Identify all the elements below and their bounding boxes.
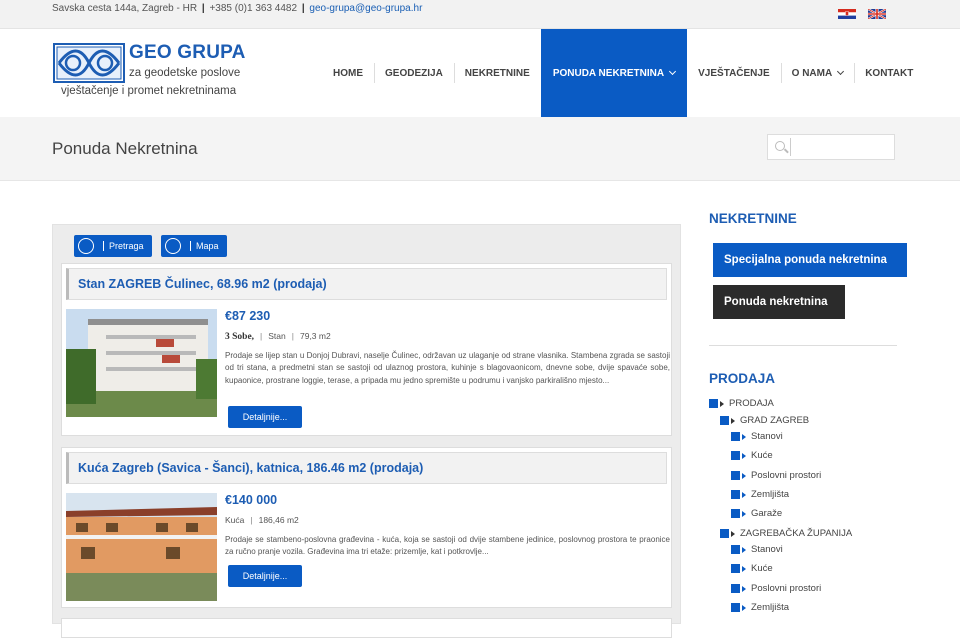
chevron-down-icon bbox=[837, 67, 845, 75]
tree-item-poslovni-prostori-2[interactable]: Poslovni prostori bbox=[731, 583, 821, 594]
tree-item-prodaja[interactable]: PRODAJA bbox=[709, 398, 774, 409]
details-button[interactable]: Detaljnije... bbox=[228, 406, 302, 428]
tree-item-zemljista-2[interactable]: Zemljišta bbox=[731, 602, 789, 613]
listing-meta: 3 Sobe, | Stan | 79,3 m2 bbox=[225, 331, 331, 342]
listing-photo[interactable] bbox=[66, 493, 217, 601]
special-offer-button[interactable]: Specijalna ponuda nekretnina bbox=[713, 243, 907, 277]
logo-tagline-2: vještačenje i promet nekretninama bbox=[61, 85, 237, 97]
tree-item-poslovni-prostori[interactable]: Poslovni prostori bbox=[731, 470, 821, 481]
tree-item-zagrebacka-zupanija[interactable]: ZAGREBAČKA ŽUPANIJA bbox=[720, 528, 852, 539]
listing-price: €140 000 bbox=[225, 493, 278, 507]
address-text: Savska cesta 144a, Zagreb - HR bbox=[52, 3, 198, 14]
folder-icon bbox=[709, 399, 718, 408]
nav-kontakt[interactable]: KONTAKT bbox=[854, 29, 924, 117]
tree-item-stanovi[interactable]: Stanovi bbox=[731, 431, 783, 442]
nav-home[interactable]: HOME bbox=[322, 29, 374, 117]
sidebar-heading-prodaja: PRODAJA bbox=[709, 371, 776, 386]
site-header: GEO GRUPA za geodetske poslove vještačen… bbox=[0, 29, 960, 117]
english-flag-icon[interactable] bbox=[868, 9, 886, 19]
croatian-flag-icon[interactable] bbox=[838, 9, 856, 19]
logo-name: GEO GRUPA bbox=[129, 42, 246, 63]
map-toggle-button[interactable]: Mapa bbox=[161, 235, 227, 257]
listing-area: 79,3 m2 bbox=[299, 331, 331, 341]
bullet-icon bbox=[731, 564, 740, 573]
chevron-down-icon bbox=[669, 67, 677, 75]
bullet-icon bbox=[731, 490, 740, 499]
listing-type: Kuća bbox=[225, 515, 245, 525]
bullet-icon bbox=[731, 509, 740, 518]
tree-item-kuce[interactable]: Kuće bbox=[731, 450, 773, 461]
listing-photo[interactable] bbox=[66, 309, 217, 417]
listing-title[interactable]: Stan ZAGREB Čulinec, 68.96 m2 (prodaja) bbox=[66, 268, 667, 300]
nav-o-nama[interactable]: O NAMA bbox=[780, 29, 855, 117]
tree-item-garaze[interactable]: Garaže bbox=[731, 508, 782, 519]
map-pin-icon bbox=[165, 238, 181, 254]
listing-meta: Kuća | 186,46 m2 bbox=[225, 515, 299, 525]
property-offer-button[interactable]: Ponuda nekretnina bbox=[713, 285, 845, 319]
sidebar-heading-nekretnine: NEKRETNINE bbox=[709, 211, 797, 226]
search-input[interactable] bbox=[790, 138, 890, 156]
contact-info: Savska cesta 144a, Zagreb - HR | +385 (0… bbox=[52, 3, 423, 14]
phone-text: +385 (0)1 363 4482 bbox=[209, 3, 298, 14]
bullet-icon bbox=[731, 584, 740, 593]
logo-tagline-1: za geodetske poslove bbox=[129, 67, 241, 79]
listing-rooms: 3 Sobe, bbox=[225, 332, 255, 342]
listing-card: Stan ZAGREB Čulinec, 68.96 m2 (prodaja) … bbox=[61, 263, 672, 436]
listing-card bbox=[61, 618, 672, 638]
details-button[interactable]: Detaljnije... bbox=[228, 565, 302, 587]
listing-area: 186,46 m2 bbox=[258, 515, 299, 525]
bullet-icon bbox=[731, 603, 740, 612]
listing-title[interactable]: Kuća Zagreb (Savica - Šanci), katnica, 1… bbox=[66, 452, 667, 484]
site-logo[interactable]: GEO GRUPA za geodetske poslove vještačen… bbox=[53, 42, 253, 103]
nav-nekretnine[interactable]: NEKRETNINE bbox=[453, 29, 541, 117]
nav-geodezija[interactable]: GEODEZIJA bbox=[374, 29, 454, 117]
tree-item-grad-zagreb[interactable]: GRAD ZAGREB bbox=[720, 415, 809, 426]
tree-item-stanovi-2[interactable]: Stanovi bbox=[731, 544, 783, 555]
bullet-icon bbox=[731, 451, 740, 460]
tree-item-kuce-2[interactable]: Kuće bbox=[731, 563, 773, 574]
listing-type: Stan bbox=[268, 331, 286, 341]
sidebar-divider bbox=[709, 345, 897, 346]
top-bar: Savska cesta 144a, Zagreb - HR | +385 (0… bbox=[0, 0, 960, 29]
nav-vjestacenje[interactable]: VJEŠTAČENJE bbox=[687, 29, 781, 117]
bullet-icon bbox=[731, 471, 740, 480]
listing-price: €87 230 bbox=[225, 309, 271, 323]
bullet-icon bbox=[731, 545, 740, 554]
bullet-icon bbox=[731, 432, 740, 441]
search-icon bbox=[775, 141, 785, 151]
listing-description: Prodaje se lijep stan u Donjoj Dubravi, … bbox=[225, 351, 670, 385]
page-title-bar: Ponuda Nekretnina bbox=[0, 117, 960, 181]
tree-item-zemljista[interactable]: Zemljišta bbox=[731, 489, 789, 500]
listings-panel: Pretraga Mapa Stan ZAGREB Čulinec, 68.96… bbox=[52, 224, 681, 638]
listing-description: Prodaje se stambeno-poslovna građevina -… bbox=[225, 535, 670, 557]
main-nav: HOME GEODEZIJA NEKRETNINE PONUDA NEKRETN… bbox=[322, 29, 924, 117]
magnifier-icon bbox=[78, 238, 94, 254]
search-box bbox=[767, 134, 895, 160]
folder-icon bbox=[720, 416, 729, 425]
nav-ponuda-nekretnina[interactable]: PONUDA NEKRETNINA bbox=[540, 29, 688, 117]
geo-grupa-logo-icon bbox=[53, 43, 125, 83]
folder-icon bbox=[720, 529, 729, 538]
page-title: Ponuda Nekretnina bbox=[52, 139, 198, 158]
search-toggle-button[interactable]: Pretraga bbox=[74, 235, 152, 257]
listing-card: Kuća Zagreb (Savica - Šanci), katnica, 1… bbox=[61, 447, 672, 608]
email-link[interactable]: geo-grupa@geo-grupa.hr bbox=[309, 3, 422, 14]
